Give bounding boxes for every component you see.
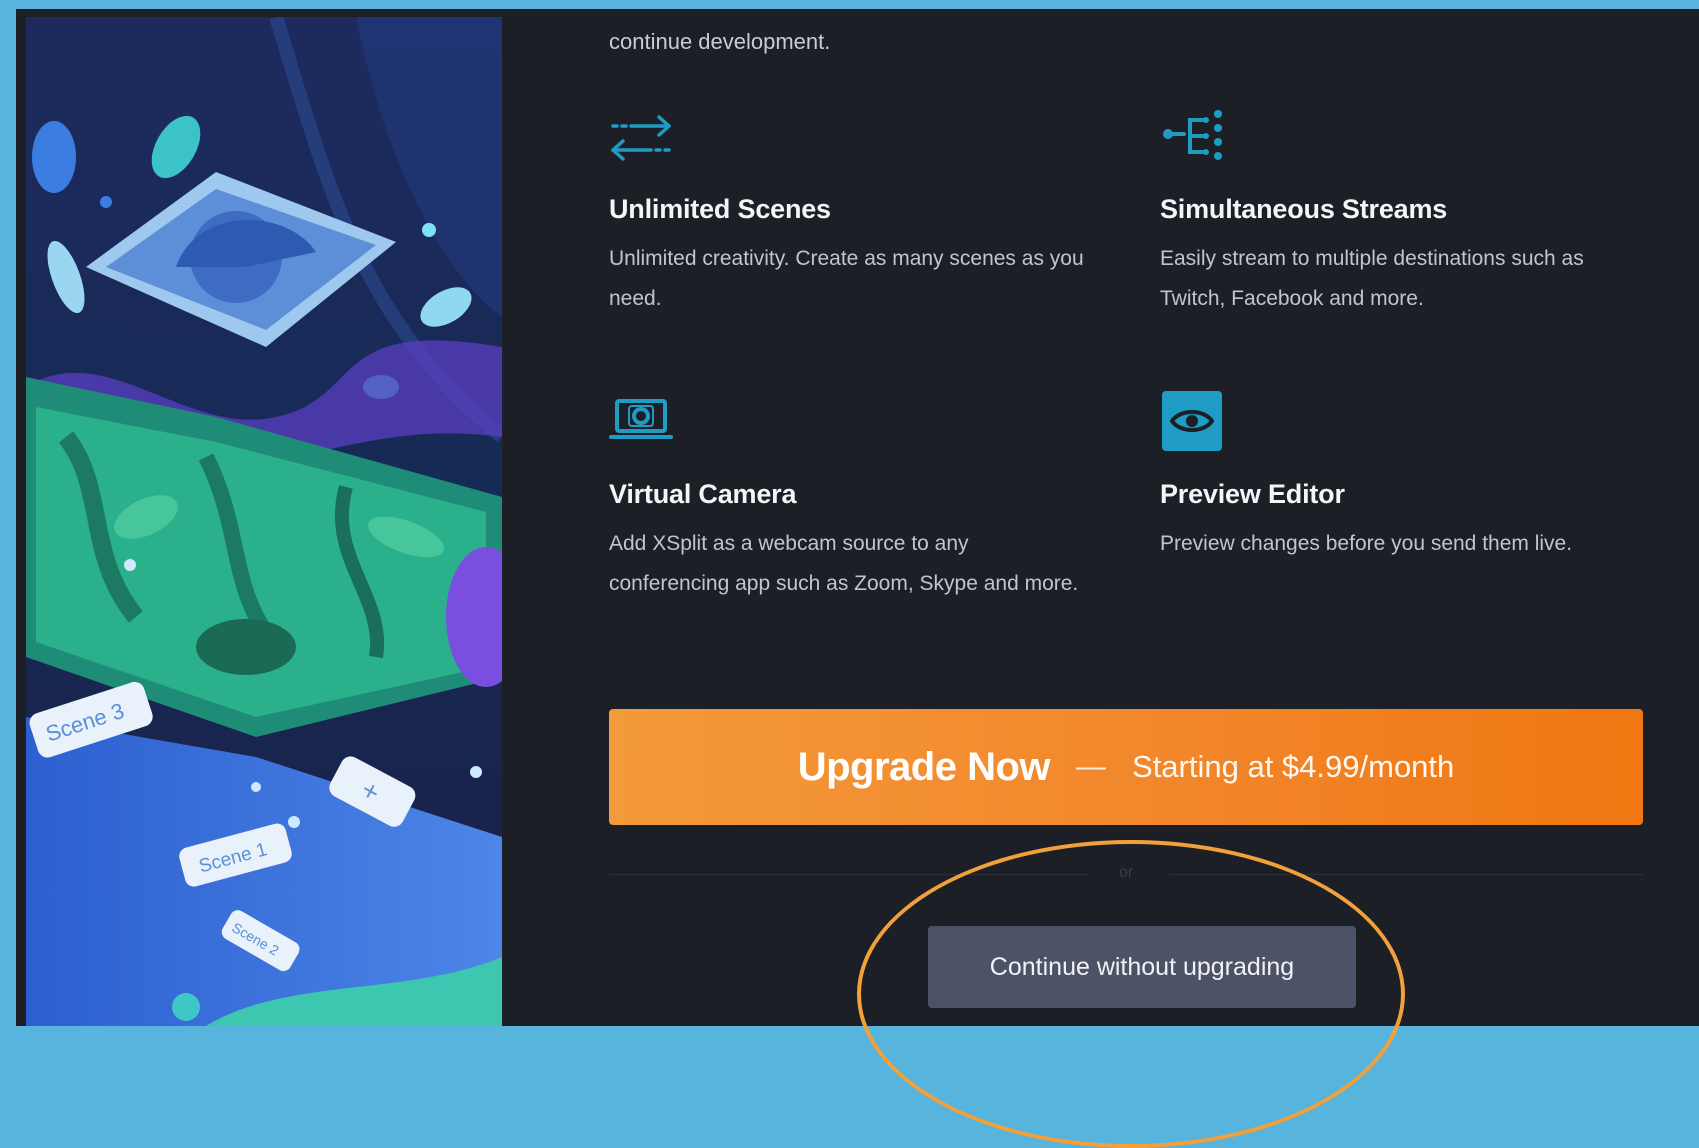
- upgrade-separator: —: [1076, 750, 1107, 783]
- laptop-camera-icon: [609, 399, 673, 439]
- upgrade-label: Upgrade Now: [797, 744, 1051, 789]
- feature-description: Add XSplit as a webcam source to any con…: [609, 532, 1079, 595]
- feature-preview-editor: Preview Editor Preview changes before yo…: [1160, 389, 1640, 564]
- upgrade-now-button[interactable]: Upgrade Now — Starting at $4.99/month: [609, 709, 1643, 825]
- feature-title: Unlimited Scenes: [609, 194, 831, 224]
- promo-artwork: Scene 3 + Scene 1 Scene 2: [26, 17, 502, 1026]
- divider-right: [1169, 874, 1643, 875]
- content-panel: continue development. Unlimited Scenes U…: [609, 9, 1659, 1026]
- continue-without-upgrading-button[interactable]: Continue without upgrading: [928, 926, 1356, 1008]
- feature-title: Virtual Camera: [609, 479, 797, 509]
- upgrade-dialog: Scene 3 + Scene 1 Scene 2 continue devel…: [16, 9, 1699, 1026]
- feature-simultaneous-streams: Simultaneous Streams Easily stream to mu…: [1160, 104, 1640, 319]
- multi-stream-icon: [1163, 110, 1222, 160]
- divider-left: [609, 874, 1089, 875]
- eye-icon: [1162, 391, 1222, 451]
- feature-title: Simultaneous Streams: [1160, 194, 1448, 224]
- feature-virtual-camera: Virtual Camera Add XSplit as a webcam so…: [609, 389, 1089, 604]
- arrows-swap-icon: [611, 115, 671, 161]
- intro-text: continue development.: [609, 29, 831, 54]
- feature-description: Preview changes before you send them liv…: [1160, 532, 1573, 555]
- feature-description: Easily stream to multiple destinations s…: [1160, 247, 1584, 310]
- divider-or-text: or: [1119, 864, 1134, 881]
- feature-title: Preview Editor: [1160, 479, 1345, 509]
- feature-unlimited-scenes: Unlimited Scenes Unlimited creativity. C…: [609, 104, 1089, 319]
- upgrade-price: Starting at $4.99/month: [1132, 749, 1455, 784]
- feature-description: Unlimited creativity. Create as many sce…: [609, 247, 1084, 310]
